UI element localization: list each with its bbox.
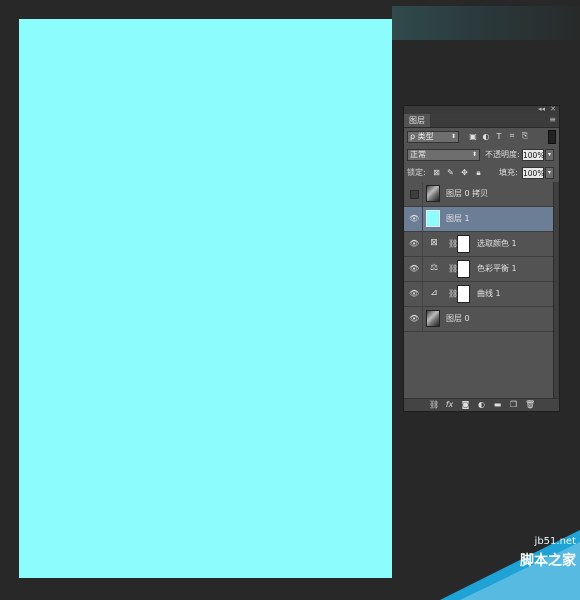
- layer-name: 图层 1: [446, 214, 470, 223]
- link-layers-icon[interactable]: ⛓︎: [429, 399, 439, 411]
- layer-thumbnail: [426, 210, 440, 227]
- eye-icon[interactable]: 👁︎: [409, 240, 419, 248]
- divider: [422, 207, 423, 231]
- shape-filter-icon[interactable]: ⌗: [507, 130, 517, 142]
- selective-color-icon: ⊠: [430, 238, 438, 248]
- filter-icons: ▣ ◐ T ⌗ ⎘: [468, 130, 530, 142]
- divider: [422, 257, 423, 281]
- opacity-input[interactable]: 100%: [522, 149, 544, 161]
- panel-title-bar[interactable]: ◂◂ ✕: [404, 105, 559, 114]
- select-arrow-icon: ⬍: [450, 133, 456, 140]
- layer-row[interactable]: 👁︎ 图层 0: [404, 307, 553, 332]
- layer-name: 图层 0: [446, 314, 470, 323]
- tab-layers[interactable]: 图层: [404, 114, 430, 127]
- lock-pixels-icon[interactable]: ✎: [446, 167, 455, 179]
- lock-row: 锁定: ⊠ ✎ ✥ 🔒︎ 填充: 100% ▾: [404, 164, 559, 182]
- curves-icon: ⊿: [430, 288, 438, 298]
- layer-row[interactable]: 👁︎ ⊿ ⛓︎ 曲线 1: [404, 282, 553, 307]
- divider: [422, 232, 423, 256]
- layer-thumbnail: [426, 185, 440, 202]
- image-filter-icon[interactable]: ▣: [468, 130, 478, 142]
- layer-row-selected[interactable]: 👁︎ 图层 1: [404, 207, 553, 232]
- panel-menu-icon[interactable]: ≡: [549, 114, 556, 126]
- smart-object-filter-icon[interactable]: ⎘: [520, 130, 530, 142]
- adjustment-filter-icon[interactable]: ◐: [481, 130, 491, 142]
- layer-row[interactable]: 图层 0 拷贝: [404, 182, 553, 207]
- document-canvas[interactable]: [19, 19, 392, 578]
- lock-position-icon[interactable]: ✥: [460, 167, 469, 179]
- filter-toggle[interactable]: [548, 130, 556, 144]
- close-icon[interactable]: ✕: [550, 105, 556, 113]
- type-filter-icon[interactable]: T: [494, 130, 504, 142]
- eye-icon[interactable]: 👁︎: [409, 315, 419, 323]
- layer-row[interactable]: 👁︎ ⚖ ⛓︎ 色彩平衡 1: [404, 257, 553, 282]
- layers-scrollbar[interactable]: [553, 182, 559, 401]
- lock-all-icon[interactable]: 🔒︎: [474, 167, 483, 179]
- canvas-edge-strip: [392, 6, 580, 40]
- eye-icon[interactable]: 👁︎: [409, 265, 419, 273]
- layer-name: 曲线 1: [477, 289, 501, 298]
- watermark-brand: 脚本之家: [520, 553, 576, 569]
- fill-label: 填充:: [499, 168, 518, 177]
- panel-tab-bar: 图层 ≡: [404, 114, 559, 128]
- layer-name: 图层 0 拷贝: [446, 189, 489, 198]
- layers-list: 图层 0 拷贝 👁︎ 图层 1 👁︎ ⊠ ⛓︎ 选取颜色 1 👁︎ ⚖ ⛓︎ 色…: [404, 182, 553, 401]
- mask-thumbnail[interactable]: [457, 235, 470, 253]
- color-balance-icon: ⚖: [429, 263, 439, 273]
- blend-row: 正常 ⬍ 不透明度: 100% ▾: [404, 146, 559, 164]
- panel-footer: ⛓︎ fx ◙ ◐ ▬ ❐ 🗑︎: [404, 398, 559, 411]
- layer-row[interactable]: 👁︎ ⊠ ⛓︎ 选取颜色 1: [404, 232, 553, 257]
- lock-transparency-icon[interactable]: ⊠: [432, 167, 441, 179]
- lock-icons: ⊠ ✎ ✥ 🔒︎: [432, 167, 483, 179]
- fill-dropdown[interactable]: ▾: [545, 167, 554, 179]
- new-group-icon[interactable]: ▬: [493, 399, 502, 411]
- layers-panel: ◂◂ ✕ 图层 ≡ ρ 类型 ⬍ ▣ ◐ T ⌗ ⎘ 正常 ⬍ 不透明度: 10…: [403, 105, 560, 412]
- divider: [422, 307, 423, 331]
- mask-thumbnail[interactable]: [457, 260, 470, 278]
- fill-input[interactable]: 100%: [522, 167, 544, 179]
- watermark-domain: jb51.net: [534, 536, 576, 547]
- layer-name: 选取颜色 1: [477, 239, 517, 248]
- watermark: jb51.net 脚本之家: [440, 530, 580, 600]
- add-mask-icon[interactable]: ◙: [461, 399, 470, 411]
- lock-label: 锁定:: [407, 168, 426, 177]
- layer-thumbnail: [426, 310, 440, 327]
- opacity-dropdown[interactable]: ▾: [545, 149, 554, 161]
- delete-layer-icon[interactable]: 🗑︎: [525, 399, 535, 411]
- fx-icon[interactable]: fx: [445, 399, 454, 411]
- eye-icon[interactable]: 👁︎: [409, 215, 419, 223]
- filter-kind-select[interactable]: ρ 类型 ⬍: [407, 131, 459, 143]
- visibility-toggle-off[interactable]: [410, 190, 419, 199]
- divider: [422, 182, 423, 206]
- mask-thumbnail[interactable]: [457, 285, 470, 303]
- blend-mode-value: 正常: [410, 150, 426, 159]
- blend-mode-select[interactable]: 正常 ⬍: [407, 149, 480, 161]
- select-arrow-icon: ⬍: [471, 151, 477, 158]
- divider: [422, 282, 423, 306]
- filter-kind-value: ρ 类型: [410, 132, 434, 141]
- new-layer-icon[interactable]: ❐: [509, 399, 518, 411]
- filter-row: ρ 类型 ⬍ ▣ ◐ T ⌗ ⎘: [404, 128, 559, 146]
- layer-name: 色彩平衡 1: [477, 264, 517, 273]
- adjustment-layer-icon[interactable]: ◐: [477, 399, 486, 411]
- eye-icon[interactable]: 👁︎: [409, 290, 419, 298]
- opacity-label: 不透明度:: [485, 150, 520, 159]
- collapse-icon[interactable]: ◂◂: [538, 105, 545, 113]
